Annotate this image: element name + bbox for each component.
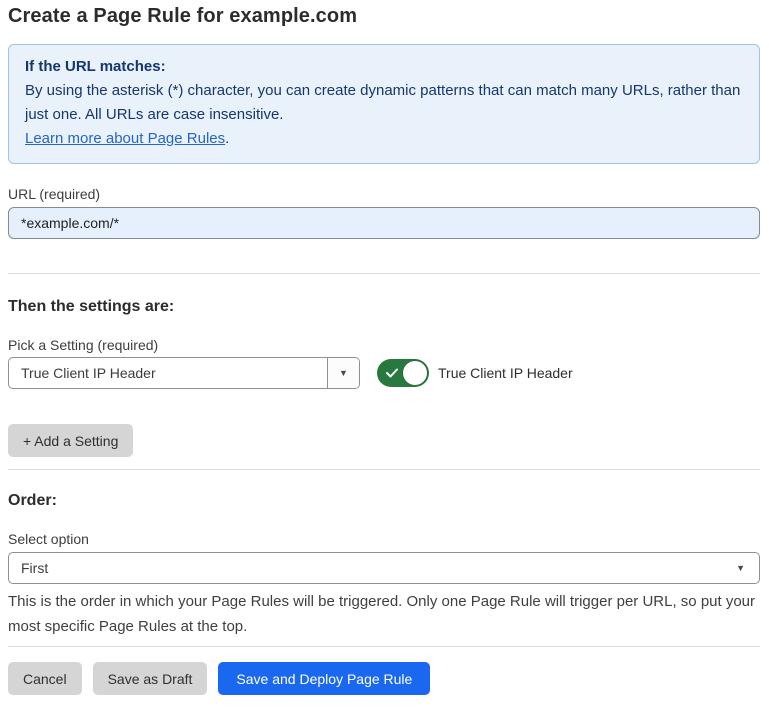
learn-more-link[interactable]: Learn more about Page Rules bbox=[25, 130, 225, 147]
order-select-label: Select option bbox=[8, 531, 760, 547]
divider bbox=[8, 646, 760, 647]
order-select-value: First bbox=[9, 560, 736, 576]
order-select[interactable]: First ▼ bbox=[8, 552, 760, 584]
url-label: URL (required) bbox=[8, 186, 760, 202]
link-period: . bbox=[225, 130, 229, 147]
setting-select[interactable]: True Client IP Header ▼ bbox=[8, 357, 360, 389]
page-title: Create a Page Rule for example.com bbox=[8, 5, 760, 28]
setting-toggle[interactable] bbox=[377, 359, 429, 387]
footer-actions: Cancel Save as Draft Save and Deploy Pag… bbox=[8, 662, 760, 695]
info-box-link-line: Learn more about Page Rules. bbox=[25, 127, 743, 151]
url-match-info-box: If the URL matches: By using the asteris… bbox=[8, 44, 760, 164]
save-deploy-button[interactable]: Save and Deploy Page Rule bbox=[218, 662, 430, 695]
check-icon bbox=[386, 368, 398, 378]
settings-section-heading: Then the settings are: bbox=[8, 298, 760, 316]
info-box-body: By using the asterisk (*) character, you… bbox=[25, 79, 743, 127]
order-section-heading: Order: bbox=[8, 492, 760, 510]
pick-setting-label: Pick a Setting (required) bbox=[8, 337, 760, 353]
save-draft-button[interactable]: Save as Draft bbox=[93, 662, 208, 695]
divider bbox=[8, 273, 760, 274]
toggle-knob bbox=[403, 361, 427, 385]
chevron-down-icon: ▼ bbox=[736, 563, 745, 573]
info-box-heading: If the URL matches: bbox=[25, 55, 743, 79]
cancel-button[interactable]: Cancel bbox=[8, 662, 82, 695]
url-input[interactable] bbox=[8, 207, 760, 239]
order-help-text: This is the order in which your Page Rul… bbox=[8, 589, 760, 639]
setting-row: True Client IP Header ▼ True Client IP H… bbox=[8, 357, 760, 389]
chevron-down-icon[interactable]: ▼ bbox=[327, 358, 359, 388]
create-page-rule-form: Create a Page Rule for example.com If th… bbox=[0, 0, 769, 695]
setting-select-value: True Client IP Header bbox=[9, 365, 327, 381]
toggle-label: True Client IP Header bbox=[438, 365, 573, 381]
divider bbox=[8, 469, 760, 470]
add-setting-button[interactable]: + Add a Setting bbox=[8, 424, 133, 457]
